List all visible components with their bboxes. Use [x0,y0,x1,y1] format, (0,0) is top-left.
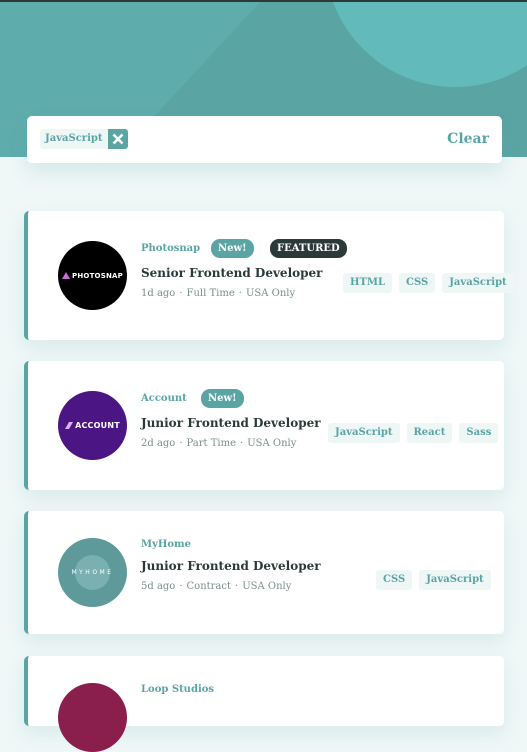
company-logo: PHOTOSNAP [58,241,127,310]
tag-javascript[interactable]: JavaScript [419,570,491,590]
close-icon [112,133,123,145]
job-card-myhome[interactable]: MYHOME MyHome Junior Frontend Developer … [24,511,504,634]
tag-list: JavaScript React Sass [328,423,499,443]
tag-css[interactable]: CSS [399,273,436,293]
logo-text: PHOTOSNAP [72,271,123,280]
contract-type: Contract [186,581,232,592]
tag-javascript[interactable]: JavaScript [328,423,400,443]
company-name: MyHome [141,539,191,550]
company-name: Photosnap [141,243,201,254]
company-name: Loop Studios [141,684,215,695]
job-meta: 2d ago · Part Time · USA Only [141,438,297,449]
contract-type: Full Time [186,288,235,299]
triangle-icon [62,272,71,279]
featured-badge: FEATURED [270,239,347,258]
tag-javascript[interactable]: JavaScript [442,273,514,293]
company-logo [58,683,127,752]
company-logo: ACCOUNT [58,391,127,460]
remove-filter-button[interactable] [107,129,128,149]
posted-at: 5d ago [141,581,176,592]
job-location: USA Only [242,581,292,592]
job-location: USA Only [247,438,297,449]
posted-at: 1d ago [141,288,176,299]
company-name: Account [141,393,187,404]
posted-at: 2d ago [141,438,176,449]
job-location: USA Only [245,288,296,299]
job-title[interactable]: Senior Frontend Developer [141,266,322,280]
contract-type: Part Time [186,438,237,449]
job-meta: 5d ago · Contract · USA Only [141,581,292,592]
tag-list: HTML CSS JavaScript [343,273,514,293]
job-meta: 1d ago · Full Time · USA Only [141,288,296,299]
company-logo: MYHOME [58,538,127,607]
clear-button[interactable]: Clear [447,131,489,147]
tag-list: CSS JavaScript [376,570,491,590]
filter-chip-javascript: JavaScript [40,129,128,149]
account-mark-icon [65,422,74,429]
filter-chip-label: JavaScript [40,129,108,149]
new-badge: New! [201,389,244,408]
logo-text: MYHOME [71,569,114,576]
tag-react[interactable]: React [406,423,453,443]
tag-sass[interactable]: Sass [459,423,499,443]
logo-text: ACCOUNT [75,421,120,430]
filter-bar: JavaScript Clear [27,116,502,163]
job-title[interactable]: Junior Frontend Developer [141,559,321,573]
job-card-loop-studios[interactable]: Loop Studios [24,656,504,752]
job-title[interactable]: Junior Frontend Developer [141,416,321,430]
job-card-photosnap[interactable]: PHOTOSNAP Photosnap New! FEATURED Senior… [24,211,514,340]
new-badge: New! [211,239,254,258]
tag-html[interactable]: HTML [343,273,392,293]
tag-css[interactable]: CSS [376,570,413,590]
job-card-account[interactable]: ACCOUNT Account New! Junior Frontend Dev… [24,361,504,490]
